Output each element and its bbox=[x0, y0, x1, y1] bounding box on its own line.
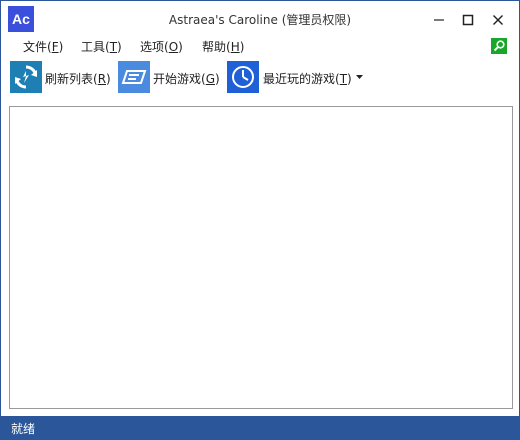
menu-options[interactable]: 选项(O) bbox=[140, 38, 183, 56]
app-window: Ac Astraea's Caroline (管理员权限) 文件(F) 工具(T… bbox=[0, 0, 520, 440]
menu-file[interactable]: 文件(F) bbox=[23, 38, 63, 56]
start-game-button[interactable]: 开始游戏(G) bbox=[118, 59, 220, 95]
play-icon bbox=[118, 61, 150, 93]
chevron-down-icon[interactable] bbox=[356, 75, 363, 80]
status-bar: 就绪 bbox=[1, 416, 519, 439]
clock-icon bbox=[227, 61, 259, 93]
maximize-icon bbox=[462, 14, 474, 26]
refresh-list-label: 刷新列表(R) bbox=[45, 72, 111, 86]
recent-games-label: 最近玩的游戏(T) bbox=[263, 72, 352, 86]
refresh-list-button[interactable]: 刷新列表(R) bbox=[10, 59, 112, 95]
recent-games-button[interactable]: 最近玩的游戏(T) bbox=[227, 59, 367, 95]
start-game-label: 开始游戏(G) bbox=[153, 72, 220, 86]
minimize-button[interactable] bbox=[428, 9, 450, 31]
minimize-icon bbox=[434, 19, 444, 21]
menu-help[interactable]: 帮助(H) bbox=[202, 38, 244, 56]
search-icon bbox=[493, 40, 505, 52]
search-button[interactable] bbox=[491, 38, 507, 54]
menu-bar: 文件(F) 工具(T) 选项(O) 帮助(H) bbox=[1, 37, 519, 57]
status-text: 就绪 bbox=[11, 422, 36, 436]
close-icon bbox=[493, 15, 503, 25]
close-button[interactable] bbox=[487, 9, 509, 31]
toolbar: 刷新列表(R) 开始游戏(G) 最近玩的游戏(T) bbox=[1, 59, 519, 97]
menu-tools[interactable]: 工具(T) bbox=[81, 38, 122, 56]
maximize-button[interactable] bbox=[457, 9, 479, 31]
title-bar[interactable]: Ac Astraea's Caroline (管理员权限) bbox=[1, 1, 519, 37]
refresh-icon bbox=[10, 61, 42, 93]
game-list[interactable] bbox=[9, 106, 513, 409]
